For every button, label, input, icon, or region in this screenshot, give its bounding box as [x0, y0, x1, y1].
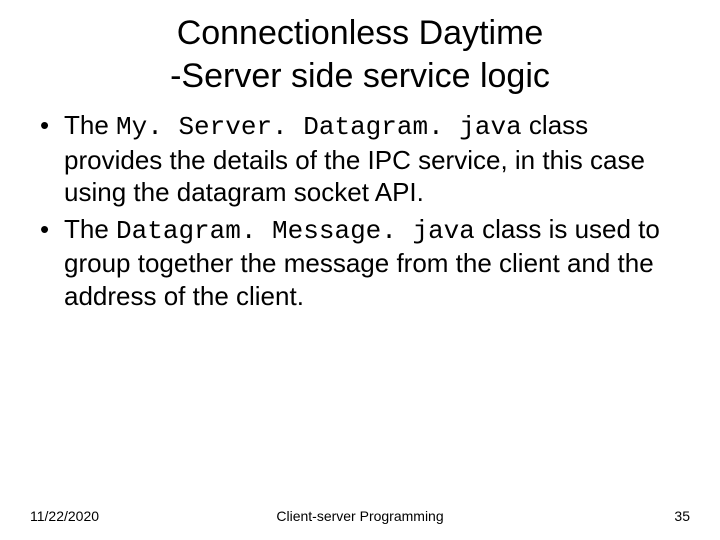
bullet-code: Datagram. Message. java — [116, 216, 475, 246]
title-line-1: Connectionless Daytime — [177, 14, 544, 52]
bullet-list: The My. Server. Datagram. java class pro… — [30, 109, 690, 312]
slide-title: Connectionless Daytime -Server side serv… — [0, 0, 720, 97]
bullet-item: The My. Server. Datagram. java class pro… — [30, 109, 690, 209]
bullet-item: The Datagram. Message. java class is use… — [30, 213, 690, 313]
footer-center: Client-server Programming — [0, 508, 720, 524]
slide: Connectionless Daytime -Server side serv… — [0, 0, 720, 540]
title-line-2: -Server side service logic — [170, 57, 550, 95]
bullet-text-pre: The — [64, 110, 116, 140]
bullet-code: My. Server. Datagram. java — [116, 112, 522, 142]
slide-body: The My. Server. Datagram. java class pro… — [0, 97, 720, 312]
bullet-text-pre: The — [64, 214, 116, 244]
footer-page-number: 35 — [674, 508, 690, 524]
